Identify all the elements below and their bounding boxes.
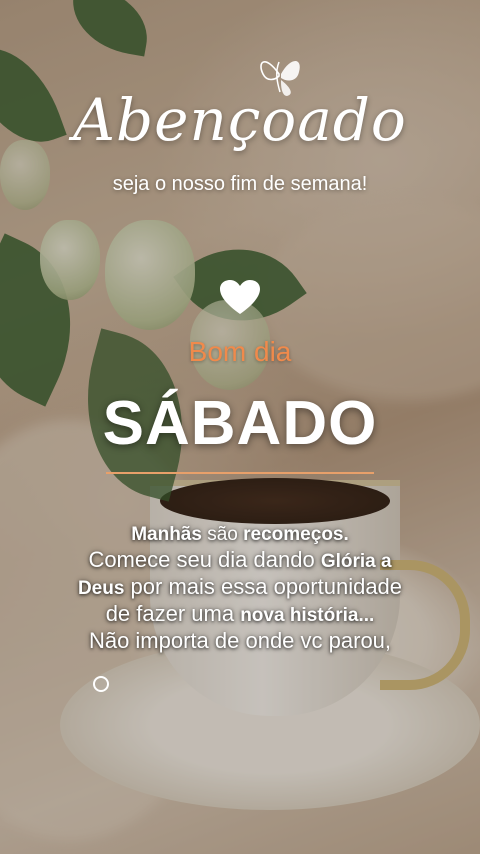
greeting-salutation: Bom dia (188, 336, 292, 367)
message-bold: recomeços. (243, 524, 349, 545)
heart-icon (220, 280, 260, 314)
message-span: Não importa de onde vc parou, (88, 628, 392, 653)
message-bold: Glória a (320, 551, 392, 572)
message-line-2: Comece seu dia dando Glória a (40, 547, 440, 574)
divider (106, 472, 374, 474)
message-line-1: Manhãs são recomeços. (40, 522, 440, 547)
greeting-day: SÁBADO (102, 389, 378, 458)
circle-bullet-icon (93, 676, 109, 692)
message-text: Manhãs são recomeços. Comece seu dia dan… (40, 522, 440, 653)
subtitle: seja o nosso fim de semana! (112, 173, 368, 195)
message-bold: Deus (77, 578, 125, 599)
message-span: de fazer uma (105, 601, 241, 626)
message-line-5: Não importa de onde vc parou, (40, 628, 440, 653)
message-line-4: de fazer uma nova história... (40, 601, 440, 628)
message-span: Comece seu dia dando (88, 547, 321, 572)
message-span: são (201, 524, 244, 545)
background-photo: Abençoado seja o nosso fim de semana! Bo… (0, 0, 480, 854)
message-span: por mais essa oportunidade (124, 574, 403, 599)
message-bold: nova história... (240, 605, 375, 626)
page-title: Abençoado (73, 86, 407, 154)
message-bold: Manhãs (131, 524, 202, 545)
message-line-3: Deus por mais essa oportunidade (40, 574, 440, 601)
